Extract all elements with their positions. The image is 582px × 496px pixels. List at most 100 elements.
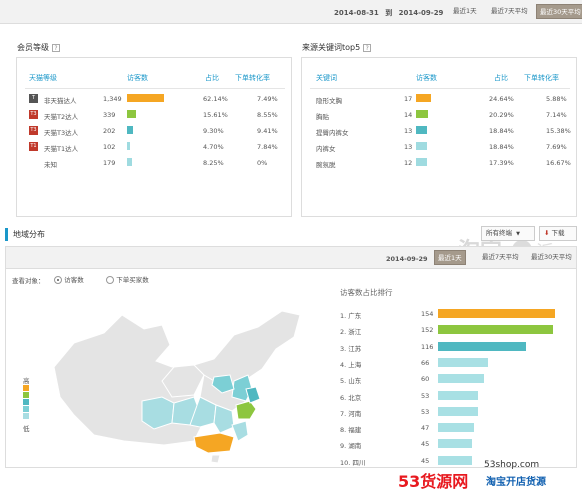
visitor-count: 102 bbox=[103, 143, 116, 151]
province-value: 152 bbox=[421, 326, 434, 335]
visitor-count: 13 bbox=[404, 143, 413, 151]
ranking-row: 3. 江苏 116 bbox=[6, 341, 576, 354]
header-visitors: 访客数 bbox=[127, 74, 148, 82]
visitor-bar bbox=[127, 142, 130, 150]
share-value: 17.39% bbox=[489, 159, 514, 167]
radio-unchecked-icon bbox=[106, 276, 114, 284]
region-1day-button[interactable]: 最近1天 bbox=[434, 250, 466, 265]
table-row: 内裤女 13 18.84% 7.69% bbox=[302, 142, 576, 156]
radio-checked-icon bbox=[54, 276, 62, 284]
province-label: 5. 山东 bbox=[340, 377, 362, 386]
keyword-name[interactable]: 隐形文胸 bbox=[316, 95, 342, 105]
share-value: 15.61% bbox=[203, 111, 228, 119]
region-7day-button[interactable]: 最近7天平均 bbox=[479, 250, 522, 265]
member-level-title: 会员等级? bbox=[17, 42, 60, 53]
chevron-down-icon: ▼ bbox=[516, 231, 520, 237]
region-header: 地域分布 所有终端 ▼ ⬇ 下载 bbox=[5, 226, 577, 244]
keywords-title: 来源关键词top5? bbox=[302, 42, 372, 53]
ranking-row: 8. 福建 47 bbox=[6, 423, 576, 435]
range-1day-button[interactable]: 最近1天 bbox=[450, 4, 480, 19]
conversion-value: 5.88% bbox=[546, 95, 567, 103]
date-range-bar: 2014-08-31 到 2014-09-29 最近1天 最近7天平均 最近30… bbox=[0, 0, 582, 24]
level-badge-icon: T3 bbox=[29, 126, 38, 135]
visitor-bar bbox=[127, 126, 133, 134]
table-row: T 非天猫达人 1,349 62.14% 7.49% bbox=[17, 94, 291, 108]
header-keyword: 关键词 bbox=[316, 74, 337, 82]
level-name: 非天猫达人 bbox=[44, 97, 77, 105]
level-name: 天猫T3达人 bbox=[44, 129, 79, 137]
header-visitors: 访客数 bbox=[416, 74, 437, 82]
download-icon: ⬇ bbox=[544, 229, 550, 237]
visitor-count: 17 bbox=[404, 95, 413, 103]
footer-brand: 53货源网 bbox=[398, 472, 469, 491]
keyword-name[interactable]: 提臀内裤女 bbox=[316, 127, 349, 137]
province-value: 45 bbox=[421, 456, 430, 465]
province-label: 1. 广东 bbox=[340, 312, 362, 320]
province-value: 45 bbox=[421, 440, 430, 449]
conversion-value: 7.84% bbox=[257, 143, 278, 151]
keyword-name[interactable]: 内裤女 bbox=[316, 143, 336, 153]
level-name: 天猫T1达人 bbox=[44, 145, 79, 153]
header-conversion: 下单转化率 bbox=[524, 74, 559, 82]
province-bar bbox=[438, 390, 478, 400]
conversion-value: 8.55% bbox=[257, 111, 278, 119]
province-bar bbox=[438, 357, 488, 367]
level-name: 天猫T2达人 bbox=[44, 113, 79, 121]
conversion-value: 9.41% bbox=[257, 127, 278, 135]
download-button[interactable]: ⬇ 下载 bbox=[539, 226, 577, 241]
radio-buyers[interactable]: 下单买家数 bbox=[106, 274, 149, 284]
date-range: 2014-08-31 到 2014-09-29 bbox=[334, 8, 443, 18]
region-panel: 2014-09-29 最近1天 最近7天平均 最近30天平均 查看对象： 访客数… bbox=[5, 246, 577, 468]
visitor-count: 202 bbox=[103, 127, 116, 135]
keyword-name[interactable]: 腕氛脱 bbox=[316, 159, 336, 169]
conversion-value: 7.69% bbox=[546, 143, 567, 151]
province-value: 53 bbox=[421, 407, 430, 416]
keyword-name[interactable]: 胸贴 bbox=[316, 111, 329, 121]
footer-subtitle: 淘宝开店货源 bbox=[486, 477, 546, 488]
region-30day-button[interactable]: 最近30天平均 bbox=[528, 250, 575, 265]
level-badge-icon: T3 bbox=[29, 110, 38, 119]
ranking-row: 1. 广东 154 bbox=[6, 309, 576, 321]
visitor-bar bbox=[416, 110, 428, 118]
table-row: 提臀内裤女 13 18.84% 15.38% bbox=[302, 126, 576, 140]
help-icon[interactable]: ? bbox=[52, 43, 60, 52]
province-bar bbox=[438, 374, 484, 384]
radio-visitors[interactable]: 访客数 bbox=[54, 274, 84, 284]
visitor-count: 339 bbox=[103, 111, 116, 119]
range-30day-button[interactable]: 最近30天平均 bbox=[536, 4, 582, 19]
visitor-count: 179 bbox=[103, 159, 116, 167]
province-label: 8. 福建 bbox=[340, 426, 362, 435]
table-row: 隐形文胸 17 24.64% 5.88% bbox=[302, 94, 576, 108]
level-badge-icon: T1 bbox=[29, 142, 38, 151]
range-7day-button[interactable]: 最近7天平均 bbox=[488, 4, 531, 19]
share-value: 9.30% bbox=[203, 127, 224, 135]
province-bar bbox=[438, 341, 526, 351]
date-separator: 到 bbox=[385, 9, 393, 17]
keywords-panel: 关键词 访客数 占比 下单转化率 隐形文胸 17 24.64% 5.88% 胸贴 14 20… bbox=[301, 57, 577, 217]
province-value: 47 bbox=[421, 424, 430, 433]
visitor-count: 1,349 bbox=[103, 95, 122, 103]
province-value: 60 bbox=[421, 375, 430, 384]
visitor-bar bbox=[127, 94, 164, 102]
date-from: 2014-08-31 bbox=[334, 9, 379, 17]
level-badge-icon: T bbox=[29, 94, 38, 103]
footer-url: 53shop.com bbox=[484, 460, 540, 470]
terminal-select[interactable]: 所有终端 ▼ bbox=[481, 226, 535, 241]
province-label: 2. 浙江 bbox=[340, 328, 362, 337]
region-date: 2014-09-29 bbox=[386, 255, 428, 263]
table-row: 腕氛脱 12 17.39% 16.67% bbox=[302, 158, 576, 172]
province-bar bbox=[438, 309, 555, 318]
help-icon[interactable]: ? bbox=[363, 43, 372, 52]
province-bar bbox=[438, 325, 553, 335]
divider bbox=[25, 88, 285, 89]
share-value: 20.29% bbox=[489, 111, 514, 119]
region-title: 地域分布 bbox=[13, 230, 45, 239]
ranking-row: 6. 北京 53 bbox=[6, 390, 576, 403]
table-row: 未知 179 8.25% 0% bbox=[17, 158, 291, 172]
table-row: 胸贴 14 20.29% 7.14% bbox=[302, 110, 576, 124]
ranking-title: 访客数占比排行 bbox=[340, 288, 393, 297]
visitor-bar bbox=[416, 126, 427, 134]
share-value: 24.64% bbox=[489, 95, 514, 103]
province-label: 7. 河南 bbox=[340, 409, 362, 418]
province-value: 66 bbox=[421, 358, 430, 367]
